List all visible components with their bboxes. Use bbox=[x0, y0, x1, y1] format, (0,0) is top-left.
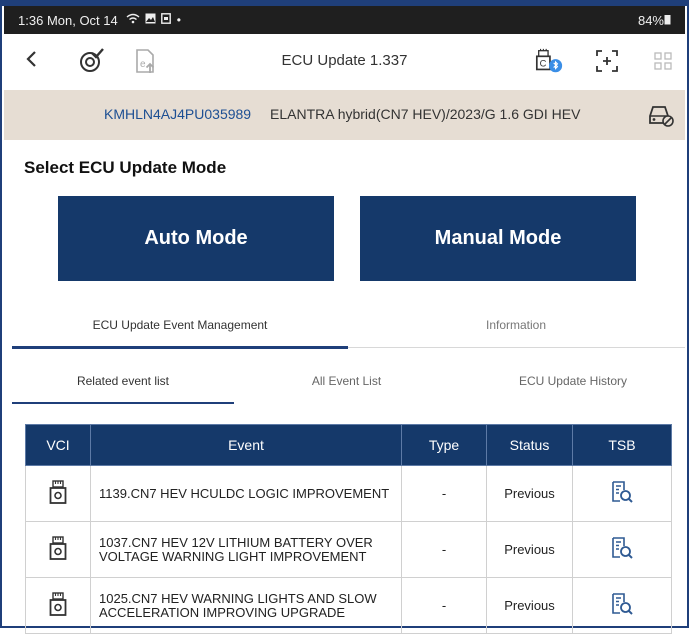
document-upload-button[interactable]: e bbox=[130, 46, 160, 76]
wifi-icon bbox=[126, 13, 140, 24]
subtab-ecu-update-history[interactable]: ECU Update History bbox=[459, 374, 687, 388]
vci-cell bbox=[25, 465, 91, 522]
vci-bluetooth-icon: C bbox=[535, 48, 563, 73]
status-time: 1:36 Mon, Oct 14 bbox=[18, 12, 118, 28]
grid-menu-button[interactable] bbox=[648, 46, 678, 76]
event-cell: 1037.CN7 HEV 12V LITHIUM BATTERY OVER VO… bbox=[90, 521, 402, 578]
screenshot-icon bbox=[596, 50, 618, 72]
col-header-status: Status bbox=[486, 424, 573, 466]
svg-text:e: e bbox=[140, 59, 146, 70]
back-icon bbox=[26, 51, 36, 67]
tab-ecu-update-event-management[interactable]: ECU Update Event Management bbox=[12, 318, 348, 332]
table-row[interactable]: 1037.CN7 HEV 12V LITHIUM BATTERY OVER VO… bbox=[25, 521, 672, 578]
vci-cell bbox=[25, 577, 91, 634]
col-header-vci: VCI bbox=[25, 424, 91, 466]
auto-mode-button[interactable]: Auto Mode bbox=[58, 196, 334, 281]
status-cell: Previous bbox=[486, 465, 573, 522]
doc-icon bbox=[161, 13, 172, 24]
vci-device-icon bbox=[49, 480, 67, 504]
subtab-all-event-list[interactable]: All Event List bbox=[234, 374, 459, 388]
status-cell: Previous bbox=[486, 521, 573, 578]
grid-icon bbox=[654, 52, 672, 70]
vehicle-info-bar: KMHLN4AJ4PU035989 ELANTRA hybrid(CN7 HEV… bbox=[4, 90, 685, 140]
event-cell: 1025.CN7 HEV WARNING LIGHTS AND SLOW ACC… bbox=[90, 577, 402, 634]
status-dot: • bbox=[176, 13, 183, 27]
type-cell: - bbox=[401, 465, 487, 522]
table-header-row: VCI Event Type Status TSB bbox=[25, 424, 672, 466]
top-toolbar: e ECU Update 1.337 C bbox=[4, 34, 685, 90]
tsb-document-search-icon[interactable] bbox=[610, 536, 634, 560]
manual-mode-button[interactable]: Manual Mode bbox=[360, 196, 636, 281]
battery-icon bbox=[664, 14, 671, 24]
vehicle-vin: KMHLN4AJ4PU035989 bbox=[104, 106, 252, 122]
battery-level: 84% bbox=[638, 13, 671, 28]
type-cell: - bbox=[401, 577, 487, 634]
tab-information[interactable]: Information bbox=[348, 318, 684, 332]
ecu-check-button[interactable] bbox=[76, 46, 106, 76]
mode-section-title: Select ECU Update Mode bbox=[24, 158, 227, 177]
vehicle-model: ELANTRA hybrid(CN7 HEV)/2023/G 1.6 GDI H… bbox=[270, 106, 581, 122]
col-header-type: Type bbox=[401, 424, 487, 466]
status-icons: • bbox=[126, 13, 183, 27]
vci-device-icon bbox=[49, 592, 67, 616]
tab-divider bbox=[348, 347, 685, 348]
vci-cell bbox=[25, 521, 91, 578]
active-subtab-underline bbox=[12, 402, 234, 404]
col-header-event: Event bbox=[90, 424, 402, 466]
tsb-document-search-icon[interactable] bbox=[610, 592, 634, 616]
subtab-related-event-list[interactable]: Related event list bbox=[12, 374, 234, 388]
active-tab-underline bbox=[12, 346, 348, 349]
back-button[interactable] bbox=[24, 48, 38, 76]
vci-connection-button[interactable]: C bbox=[534, 46, 564, 76]
tsb-cell[interactable] bbox=[572, 521, 672, 578]
event-table: VCI Event Type Status TSB 1139.CN7 HEV H… bbox=[25, 424, 672, 634]
vehicle-settings-button[interactable] bbox=[647, 102, 675, 131]
table-row[interactable]: 1025.CN7 HEV WARNING LIGHTS AND SLOW ACC… bbox=[25, 577, 672, 634]
ecu-check-icon bbox=[80, 48, 104, 72]
vci-device-icon bbox=[49, 536, 67, 560]
car-settings-icon bbox=[649, 106, 674, 127]
tsb-document-search-icon[interactable] bbox=[610, 480, 634, 504]
col-header-tsb: TSB bbox=[572, 424, 672, 466]
status-cell: Previous bbox=[486, 577, 573, 634]
svg-text:C: C bbox=[540, 59, 547, 69]
event-cell: 1139.CN7 HEV HCULDC LOGIC IMPROVEMENT bbox=[90, 465, 402, 522]
doc-upload-icon: e bbox=[136, 49, 155, 73]
tsb-cell[interactable] bbox=[572, 577, 672, 634]
status-bar: 1:36 Mon, Oct 14 • 84% bbox=[4, 6, 685, 34]
tsb-cell[interactable] bbox=[572, 465, 672, 522]
table-row[interactable]: 1139.CN7 HEV HCULDC LOGIC IMPROVEMENT - … bbox=[25, 465, 672, 522]
screenshot-button[interactable] bbox=[592, 46, 622, 76]
image-icon bbox=[145, 13, 156, 24]
page-title: ECU Update 1.337 bbox=[281, 52, 408, 69]
type-cell: - bbox=[401, 521, 487, 578]
